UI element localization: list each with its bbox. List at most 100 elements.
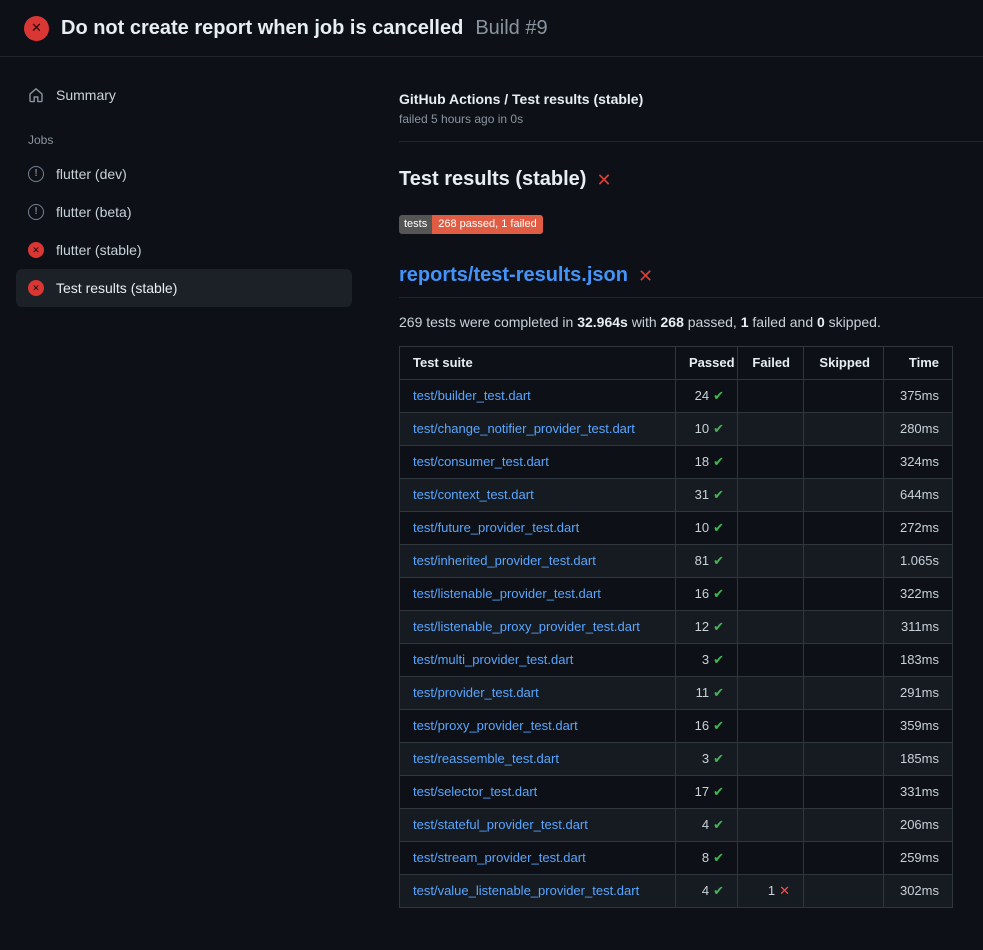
- passed-count: 16: [695, 586, 709, 601]
- passed-count: 10: [695, 421, 709, 436]
- suite-link[interactable]: test/provider_test.dart: [413, 685, 539, 700]
- x-glyph: ✕: [31, 20, 42, 36]
- failed-cell: [738, 545, 804, 578]
- skipped-cell: [804, 809, 884, 842]
- passed-count: 4: [702, 883, 709, 898]
- suite-cell: test/context_test.dart: [400, 479, 676, 512]
- check-icon: ✔: [713, 586, 724, 601]
- report-link[interactable]: reports/test-results.json: [399, 264, 628, 287]
- summary-line: 269 tests were completed in 32.964s with…: [399, 314, 952, 330]
- suite-cell: test/builder_test.dart: [400, 380, 676, 413]
- failed-cell: [738, 413, 804, 446]
- failed-cell: [738, 380, 804, 413]
- suite-link[interactable]: test/stream_provider_test.dart: [413, 850, 586, 865]
- suite-link[interactable]: test/listenable_proxy_provider_test.dart: [413, 619, 640, 634]
- summary-text: failed and: [749, 314, 818, 330]
- badge-label: tests: [399, 215, 432, 234]
- table-row: test/selector_test.dart 17✔ 331ms: [400, 776, 953, 809]
- skipped-cell: [804, 446, 884, 479]
- jobs-list: ! flutter (dev) ! flutter (beta) ✕ flutt…: [16, 155, 352, 307]
- table-row: test/listenable_proxy_provider_test.dart…: [400, 611, 953, 644]
- passed-count: 31: [695, 487, 709, 502]
- suite-link[interactable]: test/stateful_provider_test.dart: [413, 817, 588, 832]
- sidebar-job-item[interactable]: ! flutter (dev): [16, 155, 352, 193]
- summary-text: with: [628, 314, 661, 330]
- time-cell: 272ms: [884, 512, 953, 545]
- passed-count: 4: [702, 817, 709, 832]
- skipped-cell: [804, 578, 884, 611]
- suite-link[interactable]: test/inherited_provider_test.dart: [413, 553, 596, 568]
- check-icon: ✔: [713, 817, 724, 832]
- table-row: test/stream_provider_test.dart 8✔ 259ms: [400, 842, 953, 875]
- x-icon: ✕: [779, 883, 790, 898]
- failed-icon: ✕: [28, 280, 44, 296]
- suite-cell: test/consumer_test.dart: [400, 446, 676, 479]
- failed-status-icon: ✕: [24, 16, 49, 41]
- skipped-cell: [804, 710, 884, 743]
- suite-link[interactable]: test/value_listenable_provider_test.dart: [413, 883, 639, 898]
- time-cell: 359ms: [884, 710, 953, 743]
- sidebar-job-item[interactable]: ✕ Test results (stable): [16, 269, 352, 307]
- suite-link[interactable]: test/reassemble_test.dart: [413, 751, 559, 766]
- table-row: test/proxy_provider_test.dart 16✔ 359ms: [400, 710, 953, 743]
- table-row: test/consumer_test.dart 18✔ 324ms: [400, 446, 953, 479]
- passed-cell: 24 ✔: [676, 380, 738, 413]
- sidebar-item-summary[interactable]: Summary: [16, 79, 352, 111]
- passed-cell: 81✔: [676, 545, 738, 578]
- failed-cell: [738, 677, 804, 710]
- summary-text: skipped.: [825, 314, 881, 330]
- failed-cell: [738, 512, 804, 545]
- check-icon: ✔: [713, 850, 724, 865]
- suite-link[interactable]: test/change_notifier_provider_test.dart: [413, 421, 635, 436]
- suite-link[interactable]: test/context_test.dart: [413, 487, 534, 502]
- time-cell: 322ms: [884, 578, 953, 611]
- passed-cell: 31✔: [676, 479, 738, 512]
- suite-cell: test/stateful_provider_test.dart: [400, 809, 676, 842]
- passed-cell: 3✔: [676, 743, 738, 776]
- suite-link[interactable]: test/multi_provider_test.dart: [413, 652, 573, 667]
- job-label: Test results (stable): [56, 280, 177, 296]
- check-icon: ✔: [713, 421, 724, 436]
- table-row: test/future_provider_test.dart 10✔ 272ms: [400, 512, 953, 545]
- sidebar-job-item[interactable]: ✕ flutter (stable): [16, 231, 352, 269]
- failed-cell: [738, 743, 804, 776]
- skipped-cell: [804, 644, 884, 677]
- passed-count: 24: [695, 388, 709, 403]
- skipped-cell: [804, 842, 884, 875]
- time-cell: 644ms: [884, 479, 953, 512]
- run-title: Do not create report when job is cancell…: [61, 17, 463, 40]
- suite-link[interactable]: test/proxy_provider_test.dart: [413, 718, 578, 733]
- skipped-cell: [804, 413, 884, 446]
- sidebar-job-item[interactable]: ! flutter (beta): [16, 193, 352, 231]
- breadcrumb: GitHub Actions / Test results (stable): [399, 91, 952, 107]
- suite-link[interactable]: test/future_provider_test.dart: [413, 520, 579, 535]
- passed-cell: 18✔: [676, 446, 738, 479]
- suite-cell: test/selector_test.dart: [400, 776, 676, 809]
- failed-x-icon: ✕: [638, 267, 653, 285]
- suite-cell: test/provider_test.dart: [400, 677, 676, 710]
- suite-link[interactable]: test/builder_test.dart: [413, 388, 531, 403]
- suite-cell: test/listenable_provider_test.dart: [400, 578, 676, 611]
- badge-value: 268 passed, 1 failed: [432, 215, 542, 234]
- suite-cell: test/future_provider_test.dart: [400, 512, 676, 545]
- check-icon: ✔: [713, 388, 724, 403]
- table-row: test/value_listenable_provider_test.dart…: [400, 875, 953, 908]
- skipped-cell: [804, 875, 884, 908]
- time-cell: 331ms: [884, 776, 953, 809]
- suite-cell: test/value_listenable_provider_test.dart: [400, 875, 676, 908]
- suite-cell: test/multi_provider_test.dart: [400, 644, 676, 677]
- results-table: Test suite Passed Failed Skipped Time te…: [399, 346, 953, 908]
- skipped-cell: [804, 512, 884, 545]
- suite-link[interactable]: test/listenable_provider_test.dart: [413, 586, 601, 601]
- passed-count: 81: [695, 553, 709, 568]
- skipped-cell: [804, 380, 884, 413]
- failed-cell: [738, 611, 804, 644]
- report-heading: reports/test-results.json ✕: [399, 264, 983, 298]
- table-row: test/context_test.dart 31✔ 644ms: [400, 479, 953, 512]
- suite-link[interactable]: test/consumer_test.dart: [413, 454, 549, 469]
- summary-duration: 32.964s: [577, 314, 628, 330]
- failed-cell: [738, 842, 804, 875]
- suite-link[interactable]: test/selector_test.dart: [413, 784, 537, 799]
- skipped-cell: [804, 611, 884, 644]
- passed-cell: 10 ✔: [676, 413, 738, 446]
